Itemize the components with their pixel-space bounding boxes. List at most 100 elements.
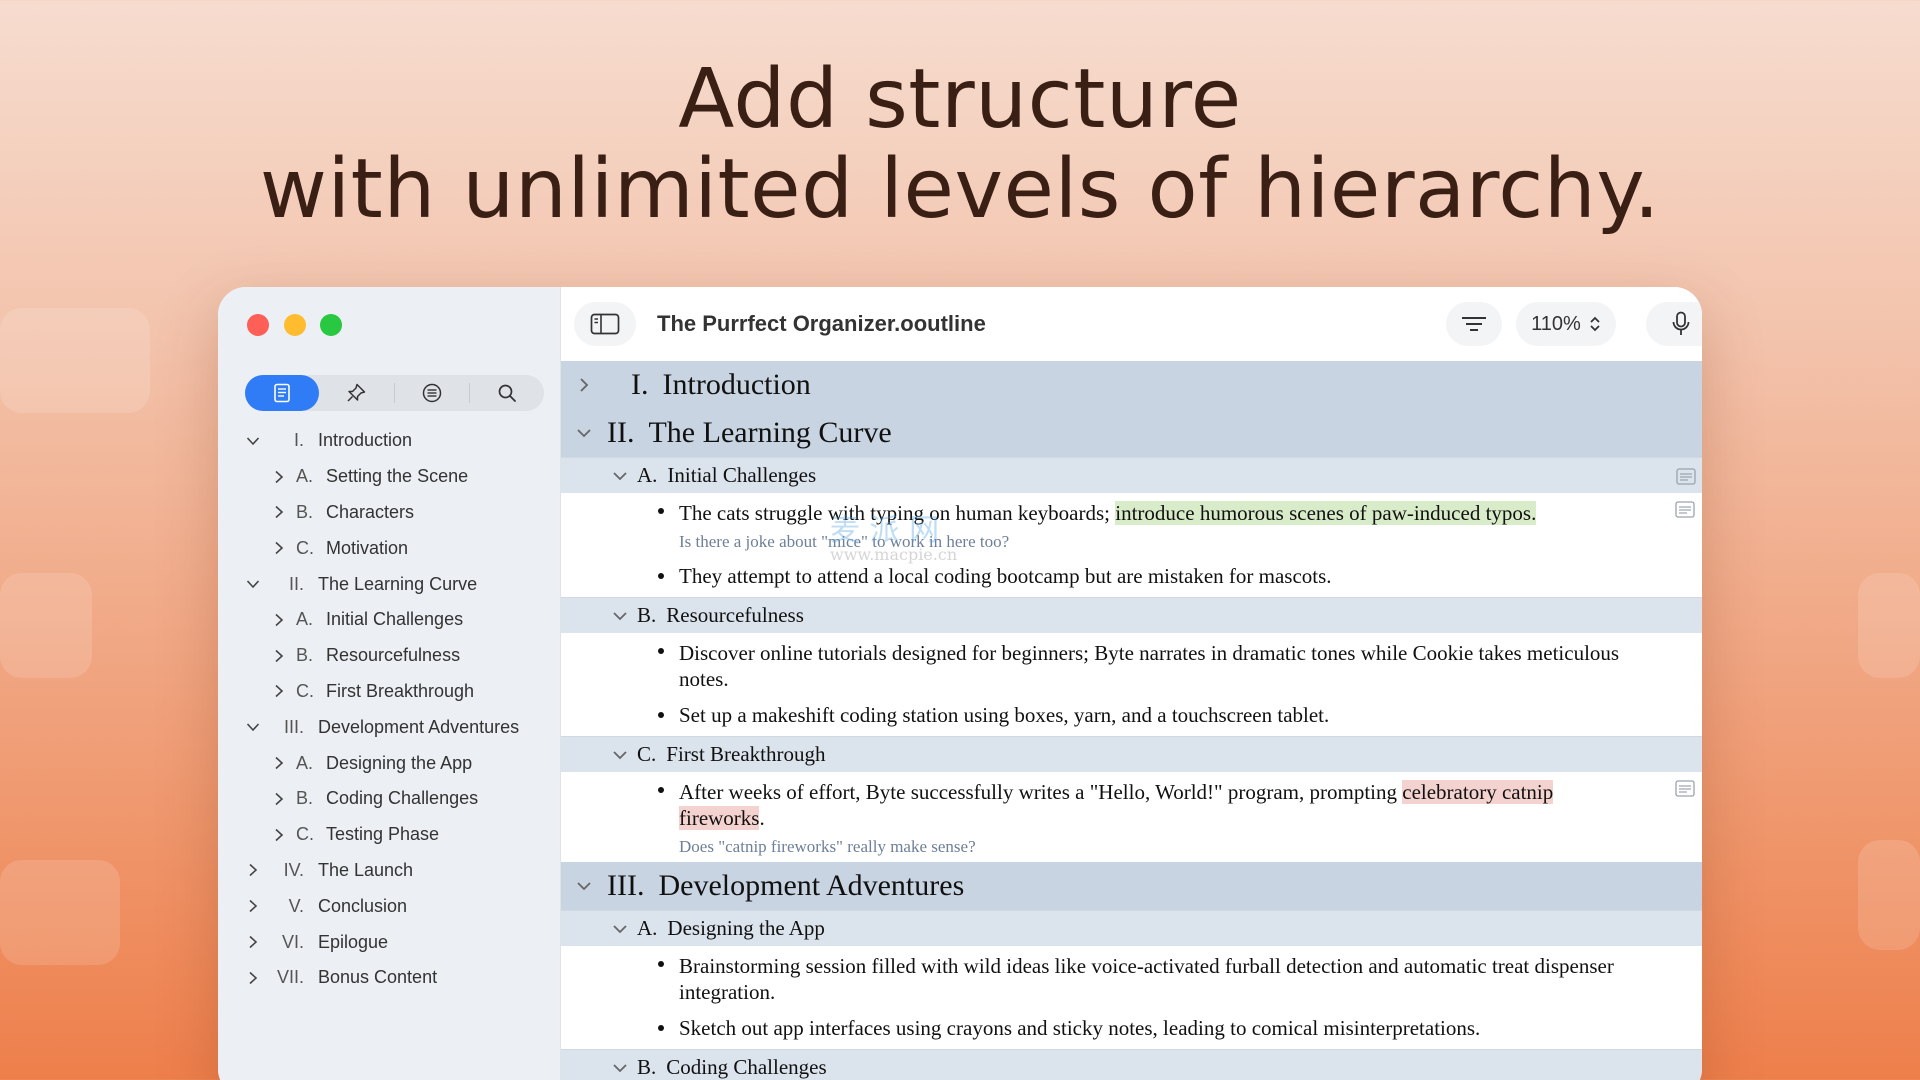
bullet-item[interactable]: They attempt to attend a local coding bo… [658, 558, 1642, 597]
sidebar-outline-item[interactable]: VI. Epilogue [218, 924, 561, 960]
outline-row-level1[interactable]: II. The Learning Curve [561, 409, 1702, 457]
sidebar-outline-item[interactable]: III. Development Adventures [218, 709, 561, 745]
sidebar-item-number: VII. [276, 967, 304, 988]
outline-row-level1[interactable]: III. Development Adventures [561, 862, 1702, 910]
tab-outline[interactable] [245, 375, 320, 411]
sidebar-outline-item[interactable]: V. Conclusion [218, 888, 561, 924]
row-note[interactable]: Is there a joke about "mice" to work in … [679, 531, 1642, 558]
chevron-right-icon[interactable] [270, 790, 288, 808]
microphone-icon[interactable] [1672, 311, 1690, 337]
outline-row-level2[interactable]: A. Initial Challenges [561, 457, 1702, 493]
sidebar-item-label: The Learning Curve [318, 573, 478, 594]
filter-button[interactable] [1446, 302, 1502, 346]
sidebar-outline-item[interactable]: A. Setting the Scene [218, 459, 561, 495]
chevron-down-icon[interactable] [244, 432, 262, 450]
sidebar-item-label: Testing Phase [326, 824, 440, 845]
chevron-right-icon[interactable] [270, 647, 288, 665]
sidebar-item-label: Characters [326, 501, 415, 522]
sidebar-outline-item[interactable]: B. Resourcefulness [218, 638, 561, 674]
row-title[interactable]: First Breakthrough [666, 742, 825, 767]
outline-row-level1[interactable]: I. Introduction [561, 361, 1702, 409]
chevron-down-icon[interactable] [609, 605, 631, 627]
toolbar-action-group [1646, 302, 1702, 346]
chevron-right-icon[interactable] [244, 861, 262, 879]
background-block [1858, 840, 1920, 950]
chevron-right-icon[interactable] [244, 897, 262, 915]
row-note[interactable]: Does "catnip fireworks" really make sens… [679, 836, 1642, 862]
chevron-right-icon[interactable] [270, 754, 288, 772]
chevron-right-icon[interactable] [270, 468, 288, 486]
sidebar-outline-item[interactable]: VII. Bonus Content [218, 960, 561, 996]
bullet-item[interactable]: Discover online tutorials designed for b… [658, 633, 1642, 697]
row-title[interactable]: Coding Challenges [666, 1055, 826, 1080]
sidebar-item-label: Bonus Content [318, 967, 438, 988]
sidebar-outline-item[interactable]: B. Coding Challenges [218, 781, 561, 817]
sidebar-item-number: A. [296, 466, 314, 487]
sidebar-item-number: A. [296, 609, 314, 630]
row-number: B. [637, 1055, 657, 1079]
chevron-right-icon[interactable] [270, 682, 288, 700]
chevron-right-icon[interactable] [270, 503, 288, 521]
minimize-window-button[interactable] [284, 314, 306, 336]
outline-icon [274, 383, 290, 403]
sidebar-outline-item[interactable]: C. First Breakthrough [218, 674, 561, 710]
bullet-item[interactable]: Set up a makeshift coding station using … [658, 697, 1642, 736]
chevron-right-icon[interactable] [270, 539, 288, 557]
sidebar-item-label: Initial Challenges [326, 609, 464, 630]
bullet-text: After weeks of effort, Byte successfully… [679, 780, 1403, 804]
sidebar-outline-item[interactable]: A. Designing the App [218, 745, 561, 781]
tab-filters[interactable] [394, 375, 468, 411]
close-window-button[interactable] [247, 314, 269, 336]
bullet-item[interactable]: Brainstorming session filled with wild i… [658, 946, 1642, 1010]
bullet-item[interactable]: Sketch out app interfaces using crayons … [658, 1010, 1642, 1049]
sidebar-outline-item[interactable]: I. Introduction [218, 423, 561, 459]
sidebar-item-number: III. [283, 716, 304, 737]
row-title[interactable]: Resourcefulness [666, 603, 804, 628]
outline-row-level2[interactable]: B. Coding Challenges [561, 1049, 1702, 1080]
bullet-group: The cats struggle with typing on human k… [561, 493, 1702, 597]
outline-row-level2[interactable]: B. Resourcefulness [561, 597, 1702, 633]
chevron-right-icon[interactable] [573, 374, 595, 396]
chevron-down-icon[interactable] [609, 744, 631, 766]
sidebar-outline-item[interactable]: C. Testing Phase [218, 817, 561, 853]
bullet-item[interactable]: The cats struggle with typing on human k… [658, 493, 1695, 531]
chevron-down-icon[interactable] [609, 1057, 631, 1079]
row-title[interactable]: Development Adventures [658, 869, 964, 903]
chevron-down-icon[interactable] [244, 718, 262, 736]
note-icon[interactable] [1675, 501, 1695, 518]
chevron-right-icon[interactable] [270, 611, 288, 629]
zoom-window-button[interactable] [320, 314, 342, 336]
chevron-right-icon[interactable] [244, 969, 262, 987]
chevron-down-icon[interactable] [609, 918, 631, 940]
outline-row-level2[interactable]: C. First Breakthrough [561, 736, 1702, 772]
sidebar-outline-item[interactable]: II. The Learning Curve [218, 566, 561, 602]
note-icon[interactable] [1675, 780, 1695, 797]
sidebar-item-number: B. [296, 788, 314, 809]
chevron-right-icon[interactable] [270, 826, 288, 844]
bullet-item[interactable]: After weeks of effort, Byte successfully… [658, 772, 1695, 836]
chevron-down-icon[interactable] [573, 422, 595, 444]
tab-pinned[interactable] [319, 375, 393, 411]
chevron-right-icon[interactable] [244, 933, 262, 951]
sidebar-outline-item[interactable]: A. Initial Challenges [218, 602, 561, 638]
sidebar-outline-item[interactable]: B. Characters [218, 495, 561, 531]
zoom-stepper[interactable]: 110% [1516, 302, 1616, 346]
sidebar-item-number: C. [296, 537, 314, 558]
outline-row-level2[interactable]: A. Designing the App [561, 910, 1702, 946]
row-title[interactable]: Initial Challenges [667, 463, 816, 488]
toggle-sidebar-button[interactable] [574, 302, 636, 346]
note-icon[interactable] [1676, 468, 1696, 485]
tab-search[interactable] [470, 375, 544, 411]
sidebar-outline-item[interactable]: IV. The Launch [218, 853, 561, 889]
chevron-down-icon[interactable] [573, 875, 595, 897]
sidebar-item-label: First Breakthrough [326, 680, 475, 701]
row-title[interactable]: Introduction [663, 368, 811, 402]
row-title[interactable]: The Learning Curve [648, 416, 891, 450]
chevron-down-icon[interactable] [609, 465, 631, 487]
chevron-down-icon[interactable] [244, 575, 262, 593]
sidebar-outline-item[interactable]: C. Motivation [218, 530, 561, 566]
sidebar-item-label: Designing the App [326, 752, 473, 773]
filter-lines-icon [1462, 317, 1486, 331]
row-title[interactable]: Designing the App [667, 916, 825, 941]
row-number: B. [637, 603, 657, 627]
